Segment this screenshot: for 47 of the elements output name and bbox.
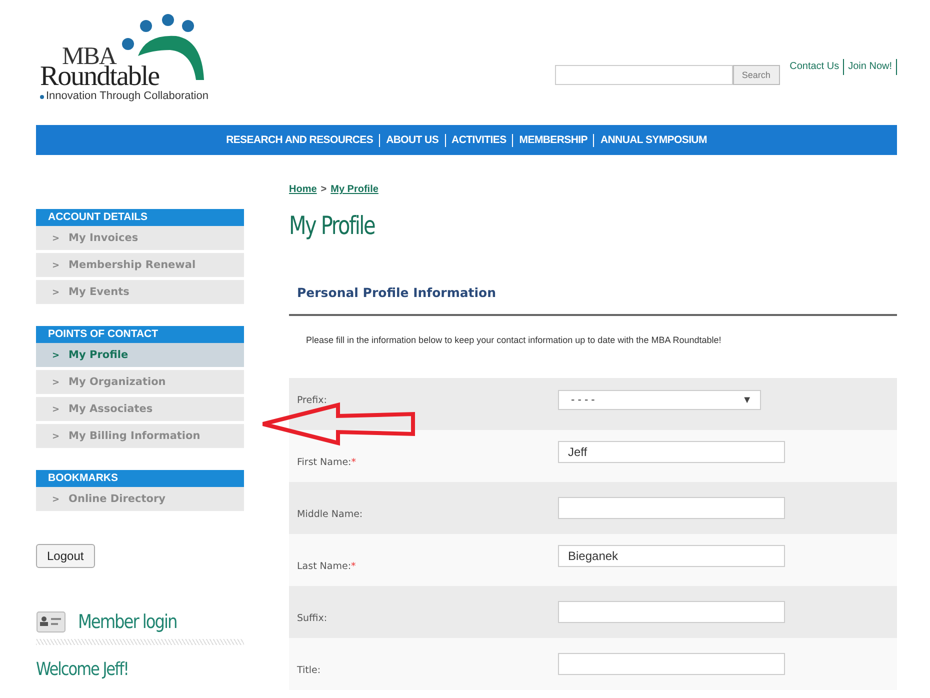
field-label: Middle Name: [296, 508, 364, 520]
page-title: My Profile [289, 211, 376, 240]
sidebar-item[interactable]: > Online Directory [36, 487, 244, 511]
breadcrumb-link[interactable]: Home [289, 184, 317, 195]
breadcrumb-link[interactable]: My Profile [330, 184, 378, 195]
required-mark: * [351, 456, 356, 468]
search-button[interactable]: Search [732, 65, 780, 85]
member-login-title: Member login [78, 611, 177, 633]
search-field[interactable] [554, 65, 733, 85]
nav-link[interactable]: RESEARCH AND RESOURCES [220, 134, 380, 146]
bullet-icon [40, 95, 44, 99]
sidebar-item[interactable]: > My Invoices [36, 226, 244, 250]
sidebar-item[interactable]: > My Billing Information [36, 424, 244, 448]
input-field[interactable]: Bieganek [558, 545, 785, 567]
required-mark: * [351, 560, 356, 572]
prefix-dropdown[interactable]: - - - - ▼ [558, 390, 761, 410]
id-card-icon [36, 611, 66, 633]
sidebar-item[interactable]: > Membership Renewal [36, 253, 244, 277]
input-field[interactable]: Jeff [558, 441, 785, 463]
sidebar-item[interactable]: > My Associates [36, 397, 244, 421]
nav-link[interactable]: MEMBERSHIP [513, 134, 594, 146]
nav-link[interactable]: ACTIVITIES [446, 134, 512, 146]
input-field[interactable] [558, 601, 785, 623]
instructions-text: Please fill in the information below to keep your contact information up to date with the MBA Roundtable! [306, 335, 722, 345]
field-label: Suffix: [296, 612, 328, 624]
nav-link[interactable]: ABOUT US [380, 134, 445, 146]
sidebar-item[interactable]: > My Events [36, 280, 244, 304]
header-link[interactable]: Contact Us [786, 59, 844, 75]
logo-tagline: Innovation Through Collaboration [46, 90, 208, 102]
sidebar-heading: POINTS OF CONTACT [36, 326, 244, 343]
nav-link[interactable]: ANNUAL SYMPOSIUM [594, 134, 713, 146]
field-label: Last Name:* [296, 560, 357, 572]
field-label: Prefix: [296, 394, 328, 406]
field-label: First Name:* [296, 456, 357, 468]
header-link[interactable]: Join Now! [844, 59, 897, 75]
section-title: Personal Profile Information [297, 285, 498, 300]
breadcrumb-separator: > [320, 184, 327, 195]
input-field[interactable] [558, 653, 785, 675]
caret-icon: ▼ [742, 394, 752, 406]
field-label: Title: [296, 664, 322, 676]
sidebar-heading: ACCOUNT DETAILS [36, 209, 244, 226]
sidebar-item[interactable]: > My Organization [36, 370, 244, 394]
welcome-text: Welcome Jeff! [36, 659, 130, 680]
sidebar-item[interactable]: > My Profile [36, 343, 244, 367]
input-field[interactable] [558, 497, 785, 519]
sidebar-heading: BOOKMARKS [36, 470, 244, 487]
logout-button[interactable]: Logout [36, 544, 95, 568]
